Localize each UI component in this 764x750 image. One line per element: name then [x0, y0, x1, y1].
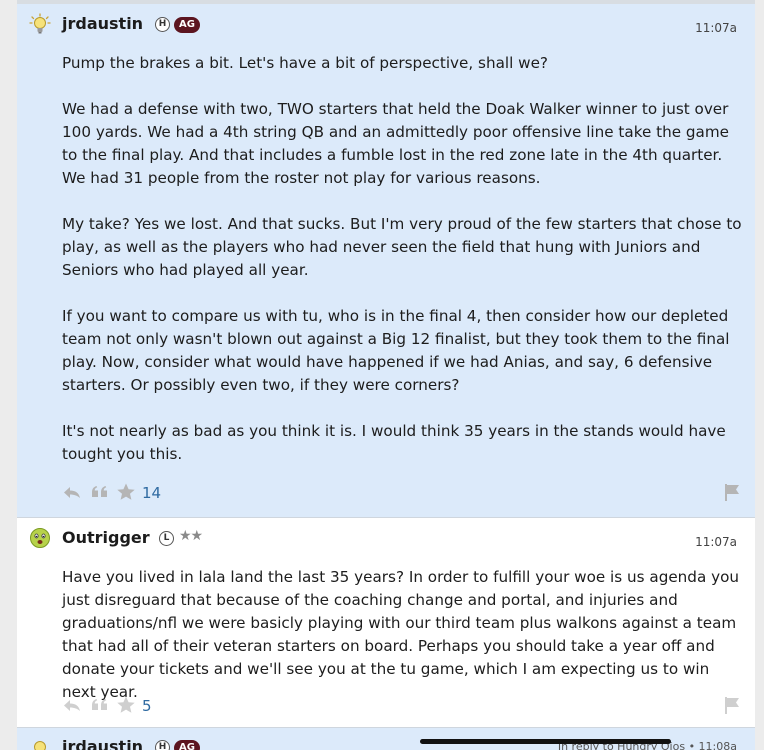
post-time[interactable]: 11:07a — [695, 535, 737, 549]
scroll-indicator[interactable] — [420, 739, 671, 744]
post-paragraph: Have you lived in lala land the last 35 … — [62, 568, 739, 701]
sick-face-icon — [30, 528, 50, 548]
star-count[interactable]: 5 — [142, 697, 152, 715]
post-paragraph: We had a defense with two, TWO starters … — [62, 100, 729, 187]
post-paragraph: If you want to compare us with tu, who i… — [62, 307, 730, 394]
post-time[interactable]: 11:07a — [695, 21, 737, 35]
reply-icon[interactable] — [62, 482, 82, 502]
ag-badge: AG — [174, 740, 200, 750]
thread-frame: jrdaustin H AG 11:07a Pump the brakes a … — [17, 0, 755, 750]
username[interactable]: jrdaustin — [62, 14, 143, 33]
ag-badge: AG — [174, 17, 200, 33]
quote-icon[interactable] — [90, 695, 110, 715]
lightbulb-icon — [29, 13, 51, 34]
post-outrigger: Outrigger L ★★ 11:07a Have you lived in … — [17, 518, 755, 728]
post-actions: 14 — [62, 482, 742, 506]
star-icon[interactable] — [116, 482, 136, 502]
post-jrdaustin: jrdaustin H AG 11:07a Pump the brakes a … — [17, 4, 755, 518]
post-actions: 5 — [62, 695, 742, 719]
quote-icon[interactable] — [90, 482, 110, 502]
reply-icon[interactable] — [62, 695, 82, 715]
post-header: jrdaustin H AG 11:07a — [17, 4, 755, 40]
flag-icon[interactable] — [722, 695, 742, 715]
post-paragraph: It's not nearly as bad as you think it i… — [62, 422, 726, 463]
star-count[interactable]: 14 — [142, 484, 161, 502]
h-badge: H — [155, 740, 170, 750]
flag-icon[interactable] — [722, 482, 742, 502]
rank-stars: ★★ — [179, 528, 203, 544]
post-paragraph: My take? Yes we lost. And that sucks. Bu… — [62, 215, 742, 279]
post-paragraph: Pump the brakes a bit. Let's have a bit … — [62, 54, 548, 72]
h-badge: H — [155, 17, 170, 32]
l-badge: L — [159, 531, 174, 546]
star-icon[interactable] — [116, 695, 136, 715]
post-body: Pump the brakes a bit. Let's have a bit … — [62, 52, 742, 489]
username[interactable]: Outrigger — [62, 528, 150, 547]
post-header: Outrigger L ★★ 11:07a — [17, 518, 755, 554]
lightbulb-icon — [34, 741, 46, 750]
username[interactable]: jrdaustin — [62, 737, 143, 750]
